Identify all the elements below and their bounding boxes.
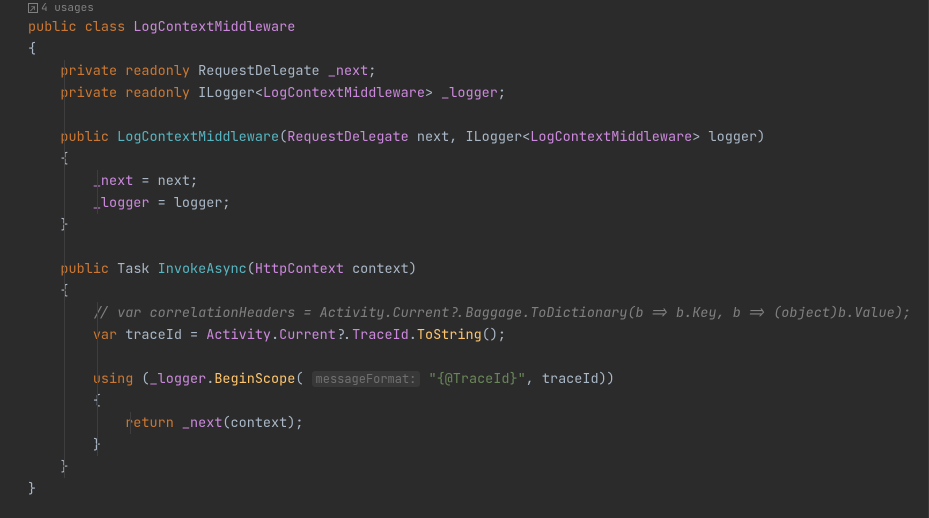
code-line: { (28, 148, 928, 170)
dot: . (271, 326, 279, 344)
type: RequestDelegate (198, 62, 320, 80)
field: _logger (441, 84, 498, 102)
args: , traceId)) (526, 370, 615, 388)
method-call: BeginScope (214, 370, 295, 388)
angle: > (692, 128, 700, 146)
var-name: traceId = (125, 326, 206, 344)
keyword-readonly: readonly (125, 62, 190, 80)
class-name: LogContextMiddleware (133, 18, 295, 36)
code-line (28, 236, 928, 258)
semicolon: ; (498, 84, 506, 102)
generic-type: LogContextMiddleware (263, 84, 425, 102)
string: "{@TraceId}" (428, 370, 525, 388)
code-line (28, 346, 928, 368)
usages-hint[interactable]: 4 usages (28, 0, 928, 16)
dot: . (409, 326, 417, 344)
usages-text: 4 usages (41, 0, 94, 16)
usage-icon (28, 3, 38, 13)
semicolon: ; (368, 62, 376, 80)
field: _next (182, 414, 223, 432)
keyword-public: public (60, 128, 109, 146)
param: next (417, 128, 449, 146)
angle: > (425, 84, 433, 102)
code-line: { (28, 390, 928, 412)
property: TraceId (352, 326, 409, 344)
comment: // var correlationHeaders = Activity.Cur… (93, 304, 911, 322)
paren: ( (133, 370, 149, 388)
type: ILogger (198, 84, 255, 102)
paren: ( (295, 370, 303, 388)
param-type: HttpContext (255, 260, 344, 278)
param: logger (709, 128, 758, 146)
code-line: // var correlationHeaders = Activity.Cur… (28, 302, 928, 324)
code-line: { (28, 38, 928, 60)
code-line: } (28, 456, 928, 478)
code-line: return _next(context); (28, 412, 928, 434)
type: ILogger (465, 128, 522, 146)
code-line: using (_logger.BeginScope( messageFormat… (28, 368, 928, 390)
code-line: var traceId = Activity.Current?.TraceId.… (28, 324, 928, 346)
null-cond: ?. (336, 326, 352, 344)
field: _logger (150, 370, 207, 388)
keyword-using: using (93, 370, 134, 388)
assignment: = logger; (150, 194, 231, 212)
code-line: } (28, 214, 928, 236)
code-line: _next = next; (28, 170, 928, 192)
param: context (352, 260, 409, 278)
code-line: private readonly ILogger<LogContextMiddl… (28, 82, 928, 104)
code-editor[interactable]: 4 usages public class LogContextMiddlewa… (0, 0, 929, 518)
brace: } (28, 480, 36, 498)
keyword-class: class (85, 18, 126, 36)
code-line: { (28, 280, 928, 302)
method-call: ToString (417, 326, 482, 344)
code-line: } (28, 478, 928, 500)
constructor: LogContextMiddleware (117, 128, 279, 146)
type: Task (117, 260, 149, 278)
field: _next (328, 62, 369, 80)
property: Current (279, 326, 336, 344)
keyword-return: return (125, 414, 174, 432)
code-line: public Task InvokeAsync(HttpContext cont… (28, 258, 928, 280)
parens: (); (482, 326, 506, 344)
comma: , (449, 128, 457, 146)
code-line: public class LogContextMiddleware (28, 16, 928, 38)
angle: < (255, 84, 263, 102)
param-type: RequestDelegate (287, 128, 409, 146)
field: _logger (93, 194, 150, 212)
keyword-public: public (60, 260, 109, 278)
keyword-private: private (60, 62, 117, 80)
keyword-readonly: readonly (125, 84, 190, 102)
code-line: _logger = logger; (28, 192, 928, 214)
generic-type: LogContextMiddleware (530, 128, 692, 146)
assignment: = next; (133, 172, 198, 190)
call: (context); (222, 414, 303, 432)
keyword-public: public (28, 18, 77, 36)
code-line: private readonly RequestDelegate _next; (28, 60, 928, 82)
method: InvokeAsync (158, 260, 247, 278)
keyword-private: private (60, 84, 117, 102)
brace: { (28, 40, 36, 58)
field: _next (93, 172, 134, 190)
code-line: public LogContextMiddleware(RequestDeleg… (28, 126, 928, 148)
param-hint: messageFormat: (312, 371, 421, 387)
code-line: } (28, 434, 928, 456)
code-line (28, 104, 928, 126)
class-ref: Activity (206, 326, 271, 344)
